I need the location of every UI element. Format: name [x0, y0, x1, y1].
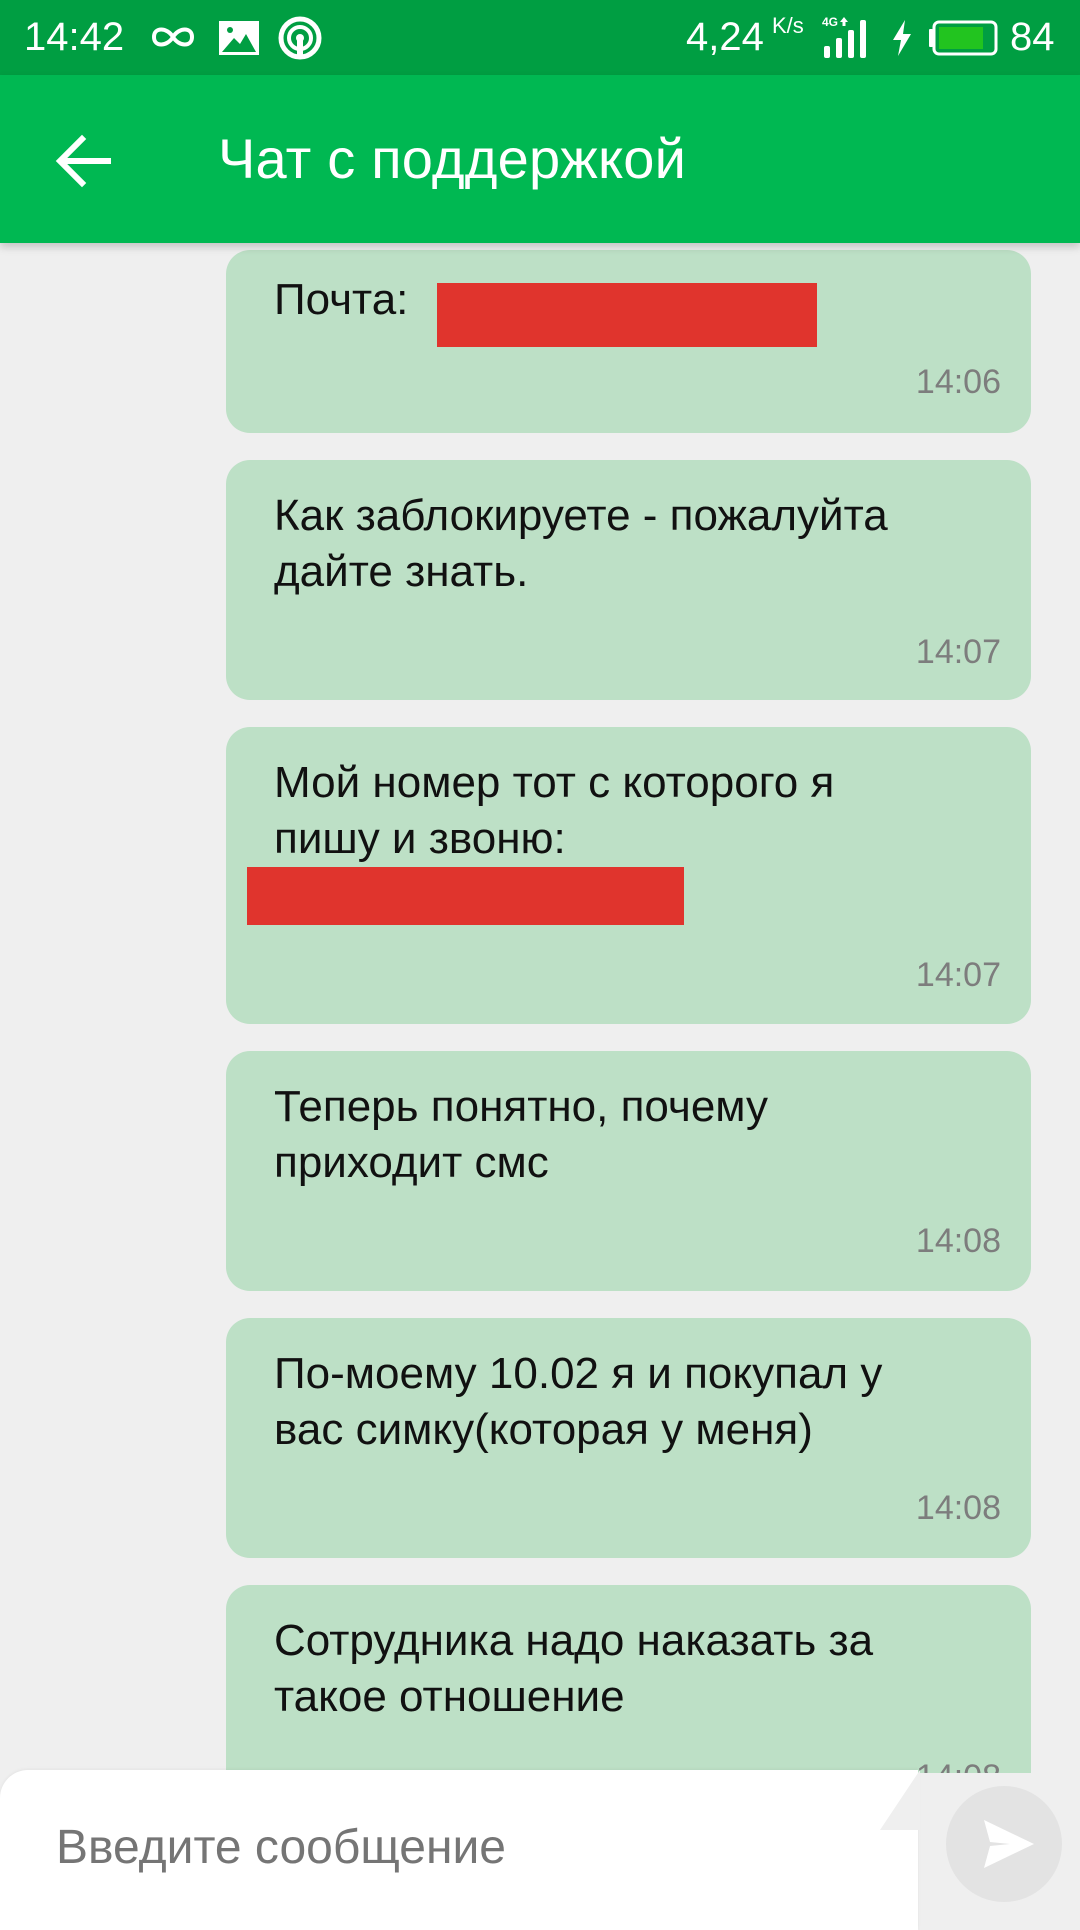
app-bar: Чат с поддержкой	[0, 75, 1080, 243]
message-time: 14:08	[915, 1489, 1001, 1527]
arrow-left-icon	[44, 134, 124, 205]
message-bubble: Как заблокируете - пожалуйта дайте знать…	[226, 460, 1031, 700]
image-icon	[218, 20, 260, 61]
status-time: 14:42	[24, 15, 125, 59]
message-bubble: По-моему 10.02 я и покупал у вас симку(к…	[226, 1318, 1031, 1558]
send-icon	[946, 1820, 1062, 1906]
message-bubble: Теперь понятно, почему приходит смс 14:0…	[226, 1051, 1031, 1291]
message-bubble: Мой номер тот с которого я пишу и звоню:…	[226, 727, 1031, 1024]
message-time: 14:08	[916, 1757, 1001, 1773]
message-bubble: Сотрудника надо наказать за такое отноше…	[226, 1585, 1031, 1773]
send-button[interactable]	[946, 1786, 1062, 1902]
redacted-phone	[247, 867, 684, 925]
battery-percent: 84	[1010, 15, 1055, 59]
message-time: 14:07	[915, 956, 1001, 994]
infinity-icon	[148, 22, 198, 57]
net-speed-unit: K/s	[772, 13, 804, 38]
message-time: 14:08	[915, 1222, 1001, 1260]
message-text: По-моему 10.02 я и покупал у вас симку(к…	[274, 1349, 883, 1454]
message-text: Теперь понятно, почему приходит смс	[274, 1082, 769, 1187]
message-text: Мой номер тот с которого я пишу и звоню:	[274, 758, 835, 863]
page-title: Чат с поддержкой	[218, 127, 687, 190]
signal-icon: 4G	[820, 14, 878, 65]
message-time: 14:06	[915, 363, 1001, 401]
hotspot-icon	[278, 16, 322, 65]
message-bubble: Почта: 14:06	[226, 250, 1031, 433]
message-text: Как заблокируете - пожалуйта дайте знать…	[274, 491, 888, 596]
chat-message-list[interactable]: Почта: 14:06 Как заблокируете - пожалуйт…	[0, 243, 1080, 1773]
composer	[0, 1770, 920, 1930]
net-speed: 4,24	[686, 15, 764, 59]
charging-icon	[890, 20, 914, 61]
battery-icon	[928, 20, 998, 61]
message-time: 14:07	[915, 633, 1001, 671]
redacted-email	[437, 283, 817, 347]
message-input[interactable]	[54, 1806, 878, 1888]
status-bar: 14:42 4,24 K/s 4G 84	[0, 0, 1080, 75]
svg-text:4G: 4G	[822, 15, 838, 29]
back-button[interactable]	[44, 121, 124, 201]
message-text: Сотрудника надо наказать за такое отноше…	[274, 1616, 874, 1721]
